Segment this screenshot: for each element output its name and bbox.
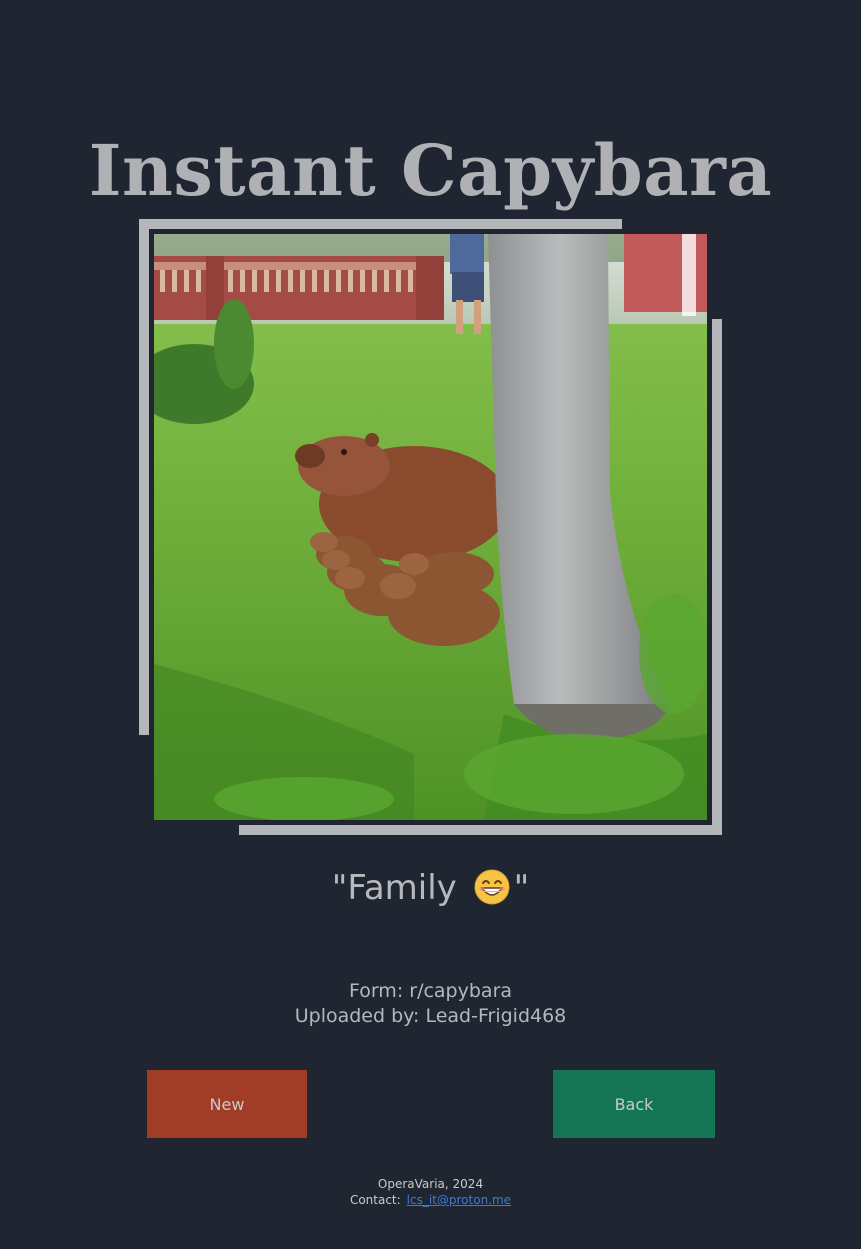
caption-close: " [513,868,530,908]
footer: OperaVaria, 2024 Contact: lcs_it@proton.m… [0,1176,861,1208]
uploader-label: Uploaded by: Lead-Frigid468 [294,1005,567,1027]
contact-email-link[interactable]: lcs_it@proton.me [407,1193,511,1207]
image-frame-top [139,219,622,229]
caption: "Family " [0,866,861,910]
post-meta: Form: r/capybara Uploaded by: Lead-Frigi… [0,979,861,1029]
footer-credit: OperaVaria, 2024 [377,1177,484,1191]
footer-contact: Contact: lcs_it@proton.me [0,1192,861,1208]
image-frame-left [139,219,149,735]
new-button[interactable]: New [147,1070,307,1138]
grinning-face-icon [474,869,510,905]
page-title: Instant Capybara [88,128,773,212]
contact-label: Contact: [349,1193,401,1207]
caption-open: "Family [331,868,468,908]
image-frame-right [712,319,722,835]
image-frame-bottom [239,825,722,835]
back-button[interactable]: Back [553,1070,715,1138]
capybara-photo [154,234,707,820]
source-label: Form: r/capybara [348,980,513,1002]
